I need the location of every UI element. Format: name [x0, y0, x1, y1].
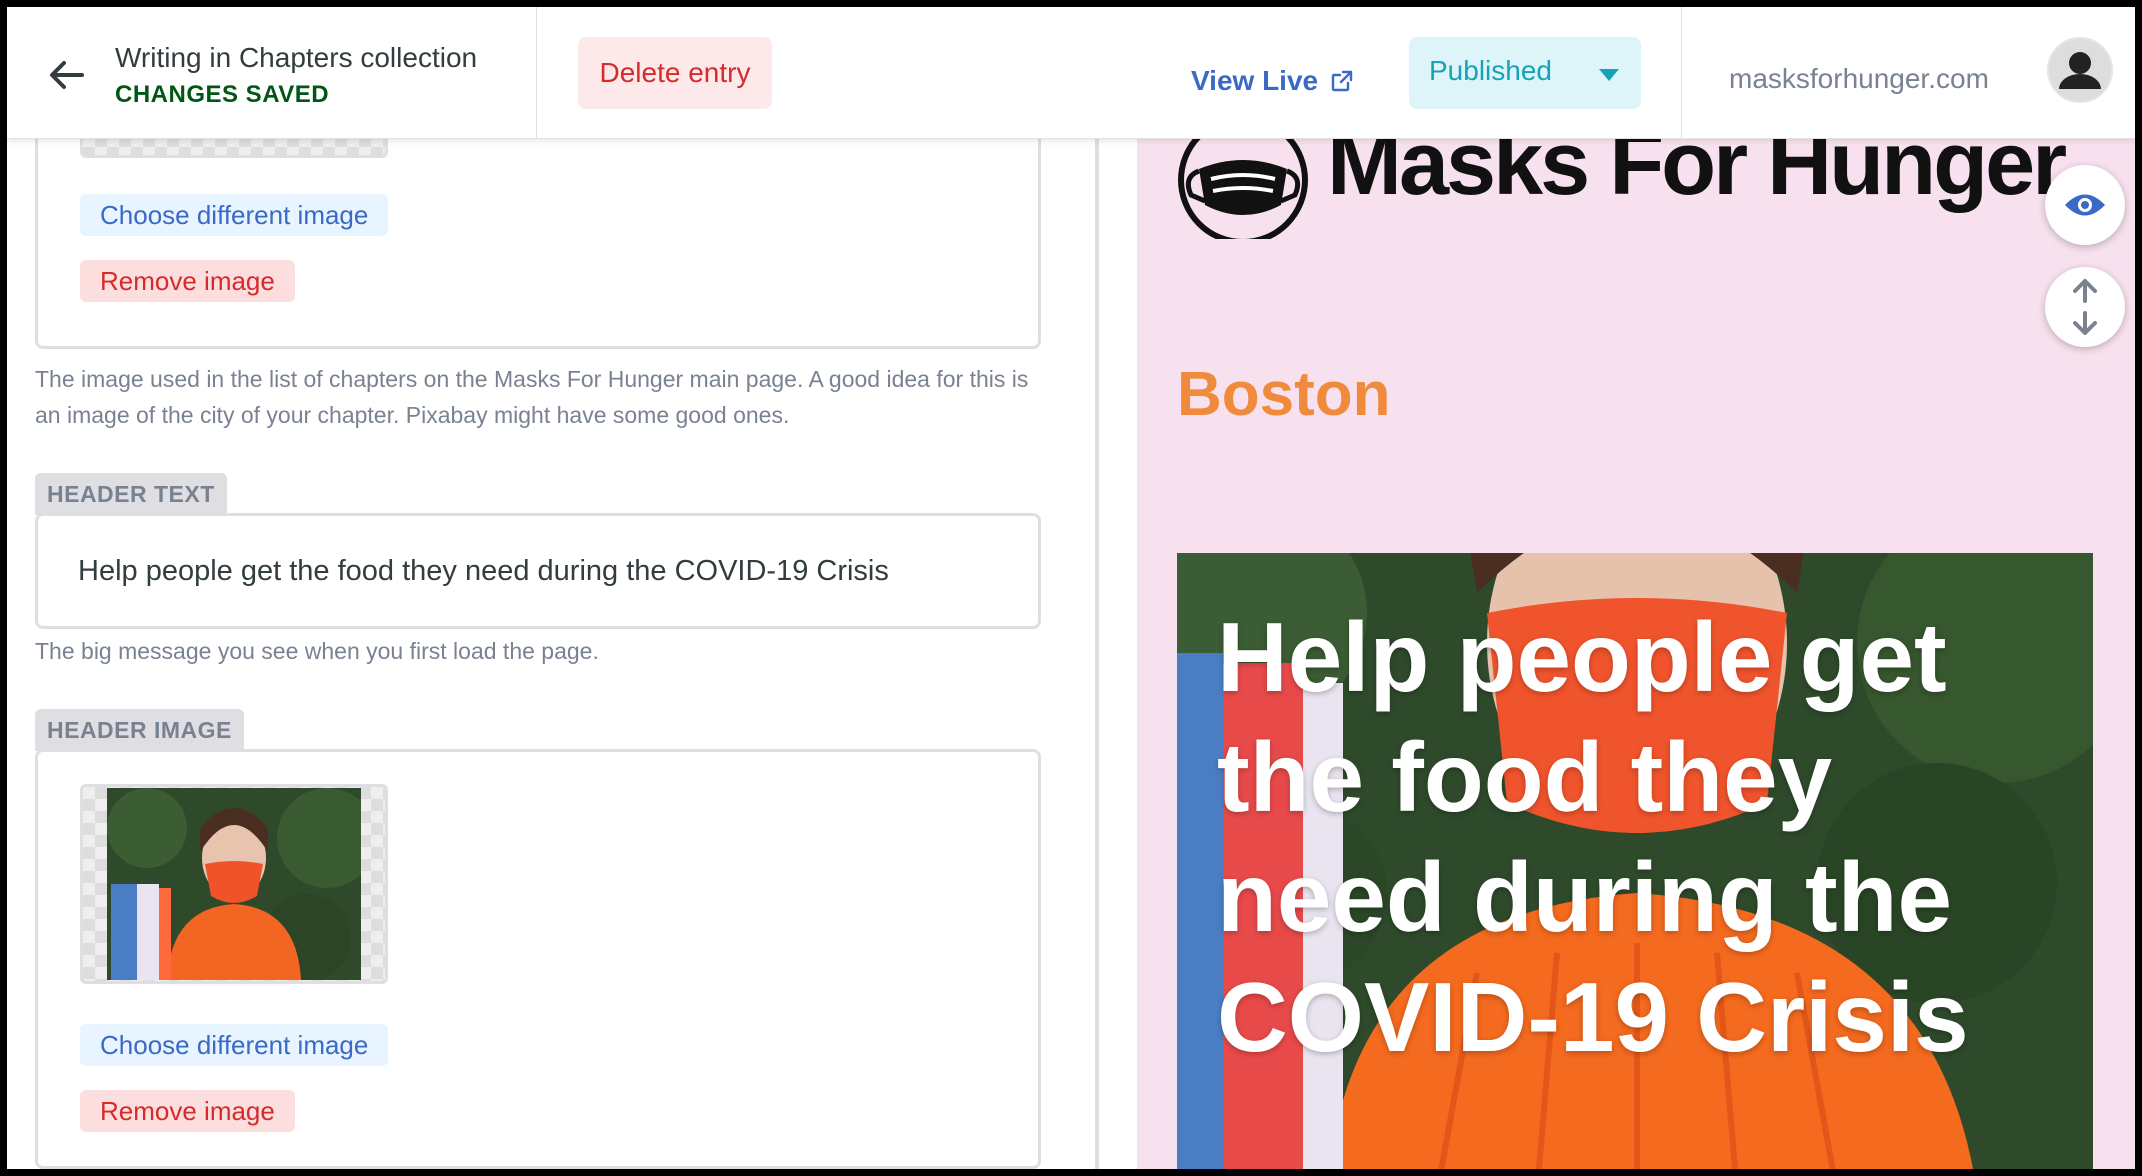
publish-status-dropdown[interactable]: Published [1409, 37, 1641, 109]
header-text-input[interactable]: Help people get the food they need durin… [35, 513, 1041, 629]
view-live-link[interactable]: View Live [1191, 59, 1354, 103]
chevron-down-icon [1599, 69, 1619, 81]
eye-icon [2065, 194, 2105, 216]
hero-headline: Help people get the food they need durin… [1217, 602, 1969, 1072]
remove-image-button[interactable]: Remove image [80, 260, 295, 302]
editor-header: Writing in Chapters collection CHANGES S… [7, 7, 2135, 139]
user-icon [2049, 39, 2111, 101]
header-divider-right [1681, 7, 1682, 139]
header-image-label: HEADER IMAGE [35, 709, 244, 751]
scroll-sync-icon [2073, 279, 2097, 335]
external-link-icon [1331, 70, 1353, 92]
view-live-label: View Live [1191, 65, 1319, 96]
header-divider [536, 7, 537, 139]
header-image-field-box: Choose different image Remove image [35, 749, 1041, 1169]
header-image-thumbnail[interactable] [80, 784, 388, 984]
brand-name: Masks For Hunger [1327, 139, 2067, 214]
back-button[interactable] [43, 55, 89, 95]
arrow-left-icon [50, 61, 84, 89]
site-url: masksforhunger.com [1729, 63, 1989, 94]
delete-entry-button[interactable]: Delete entry [578, 37, 772, 109]
header-titles: Writing in Chapters collection CHANGES S… [115, 39, 477, 113]
scroll-sync-button[interactable] [2045, 267, 2125, 347]
mask-logo-icon [1178, 139, 1308, 239]
cms-app: Writing in Chapters collection CHANGES S… [7, 7, 2135, 1169]
site-preview: Masks For Hunger Boston Help people get … [1137, 139, 2135, 1169]
image-field-hint: The image used in the list of chapters o… [35, 366, 1029, 428]
preview-pane[interactable]: Masks For Hunger Boston Help people get … [1099, 139, 2135, 1169]
choose-different-header-image-button[interactable]: Choose different image [80, 1024, 389, 1066]
chapter-city-title: Boston [1177, 360, 1391, 429]
hero-section: Help people get the food they need durin… [1177, 553, 2093, 1169]
header-text-label: HEADER TEXT [35, 473, 227, 515]
avatar[interactable] [2047, 37, 2113, 103]
preview-visibility-button[interactable] [2045, 165, 2125, 245]
header-text-hint: The big message you see when you first l… [35, 638, 599, 664]
save-status: CHANGES SAVED [115, 81, 330, 108]
remove-header-image-button[interactable]: Remove image [80, 1090, 295, 1132]
collection-title: Writing in Chapters collection [115, 42, 478, 73]
header-image-preview [107, 788, 361, 980]
choose-different-image-button[interactable]: Choose different image [80, 194, 389, 236]
image-field-box: Choose different image Remove image [35, 139, 1041, 349]
image-thumbnail [80, 139, 388, 158]
publish-status-label: Published [1429, 55, 1552, 86]
editor-pane[interactable]: Choose different image Remove image The … [7, 139, 1095, 1169]
